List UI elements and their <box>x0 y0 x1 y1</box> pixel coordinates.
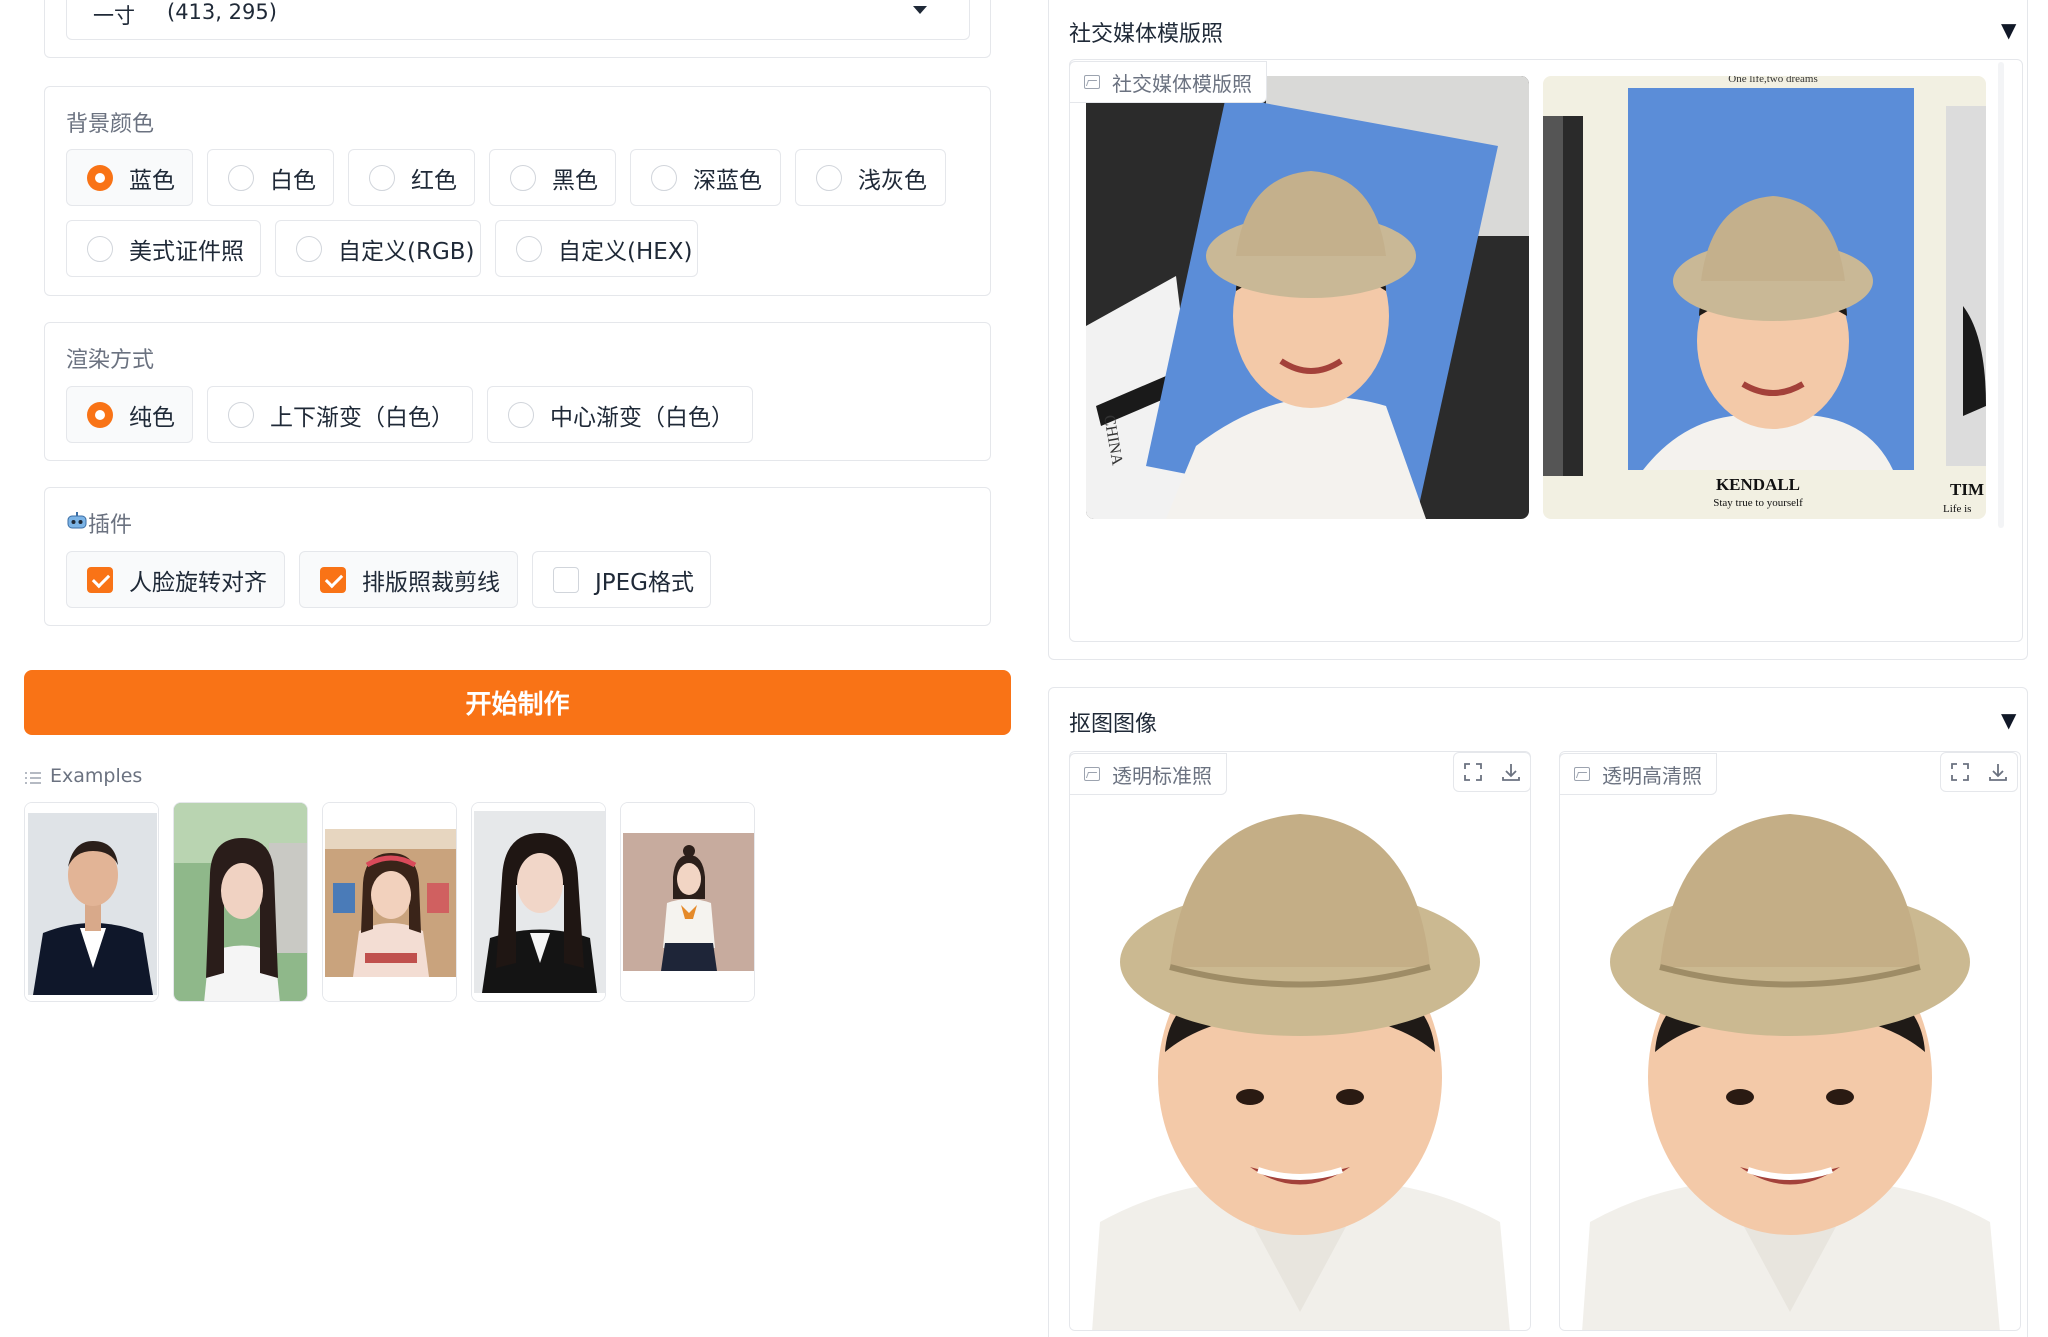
bg-option-custom-hex[interactable]: 自定义(HEX) <box>495 220 698 277</box>
chevron-down-icon[interactable]: ▼ <box>2001 18 2016 42</box>
card-subtitle: Stay true to yourself <box>1713 497 1803 509</box>
matting-image-standard <box>1069 751 1531 1331</box>
image-icon <box>1574 767 1590 781</box>
robot-icon <box>66 511 88 529</box>
bg-option-black[interactable]: 黑色 <box>489 149 616 206</box>
radio <box>296 235 322 262</box>
background-color-label: 背景颜色 <box>66 112 155 137</box>
size-select-dims: (413, 295) <box>167 0 277 24</box>
example-image <box>323 803 456 1001</box>
radio-selected <box>87 164 113 191</box>
download-icon[interactable] <box>1492 753 1530 790</box>
radio <box>228 401 254 428</box>
template-photo: CHINA <box>1086 76 1529 519</box>
bg-option-white[interactable]: 白色 <box>207 149 334 206</box>
template-image-postcard[interactable]: CHINA <box>1086 76 1529 519</box>
social-template-title: 社交媒体模版照 <box>1069 22 1224 47</box>
checkbox <box>553 566 579 593</box>
social-template-tag: 社交媒体模版照 <box>1069 61 1267 103</box>
chevron-down-icon <box>913 6 927 14</box>
radio <box>651 164 677 191</box>
example-thumbnail[interactable] <box>322 802 457 1002</box>
example-image <box>472 803 605 1001</box>
template-image-card[interactable]: One life,two dreams KENDALL Stay true to… <box>1543 76 1986 519</box>
size-select-value: 一寸 <box>93 4 135 28</box>
image-icon <box>1084 767 1100 781</box>
bg-option-red[interactable]: 红色 <box>348 149 475 206</box>
list-icon <box>25 770 41 784</box>
image-icon <box>1084 75 1100 89</box>
bg-option-us-id[interactable]: 美式证件照 <box>66 220 261 277</box>
transparent-hd-photo <box>1560 752 2020 1330</box>
download-icon[interactable] <box>1979 753 2017 790</box>
plugin-crop-lines[interactable]: 排版照裁剪线 <box>299 551 518 608</box>
render-option-center-gradient[interactable]: 中心渐变（白色） <box>487 386 753 443</box>
radio-selected <box>87 401 113 428</box>
matting-title: 抠图图像 <box>1069 712 1158 737</box>
start-button[interactable]: 开始制作 <box>24 670 1011 735</box>
radio <box>510 164 536 191</box>
matting-hd-tag: 透明高清照 <box>1559 753 1717 795</box>
card-top-text: One life,two dreams <box>1728 76 1818 85</box>
matting-standard-tag: 透明标准照 <box>1069 753 1227 795</box>
matting-image-hd <box>1559 751 2021 1331</box>
radio <box>228 164 254 191</box>
example-image <box>174 803 307 1001</box>
render-mode-label: 渲染方式 <box>66 348 155 373</box>
example-thumbnail[interactable] <box>173 802 308 1002</box>
example-thumbnail[interactable] <box>24 802 159 1002</box>
bg-option-light-gray[interactable]: 浅灰色 <box>795 149 946 206</box>
render-option-vertical-gradient[interactable]: 上下渐变（白色） <box>207 386 473 443</box>
radio <box>516 235 542 262</box>
size-select[interactable]: 一寸 (413, 295) <box>66 0 970 40</box>
transparent-standard-photo <box>1070 752 1530 1330</box>
bg-option-custom-rgb[interactable]: 自定义(RGB) <box>275 220 481 277</box>
card-side-sub: Life is <box>1943 503 1971 515</box>
bg-option-dark-blue[interactable]: 深蓝色 <box>630 149 781 206</box>
example-thumbnail[interactable] <box>620 802 755 1002</box>
checkbox-checked <box>320 566 346 593</box>
matting-standard-tools <box>1453 752 1531 792</box>
examples-label: Examples <box>50 765 143 787</box>
checkbox-checked <box>87 566 113 593</box>
radio <box>508 401 534 428</box>
radio <box>87 235 113 262</box>
radio <box>369 164 395 191</box>
matting-hd-tools <box>1940 752 2018 792</box>
template-card-photo: One life,two dreams KENDALL Stay true to… <box>1543 76 1986 519</box>
example-image <box>25 803 158 1001</box>
plugins-label: 插件 <box>88 513 133 538</box>
plugin-face-align[interactable]: 人脸旋转对齐 <box>66 551 285 608</box>
bg-option-blue[interactable]: 蓝色 <box>66 149 193 206</box>
fullscreen-icon[interactable] <box>1454 753 1492 790</box>
card-name: KENDALL <box>1716 475 1800 494</box>
example-image <box>621 803 754 1001</box>
example-thumbnail[interactable] <box>471 802 606 1002</box>
radio <box>816 164 842 191</box>
render-option-solid[interactable]: 纯色 <box>66 386 193 443</box>
plugin-jpeg-format[interactable]: JPEG格式 <box>532 551 711 608</box>
gallery-scrollbar[interactable] <box>1998 62 2004 528</box>
fullscreen-icon[interactable] <box>1941 753 1979 790</box>
chevron-down-icon[interactable]: ▼ <box>2001 708 2016 732</box>
card-side-name: TIM <box>1950 480 1984 499</box>
